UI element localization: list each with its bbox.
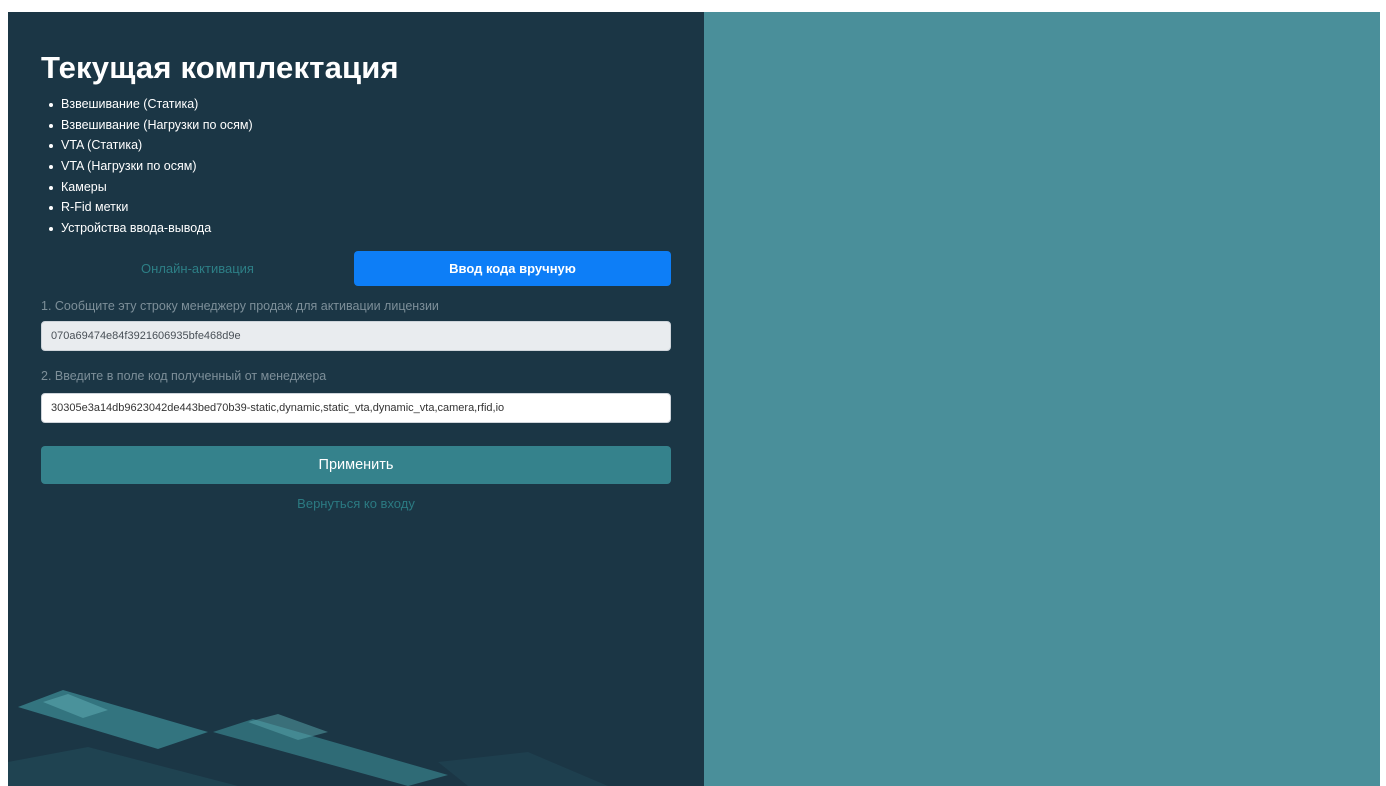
feature-item: VTA (Статика) [41, 135, 253, 156]
feature-item: Взвешивание (Статика) [41, 94, 253, 115]
tab-online-activation[interactable]: Онлайн-активация [41, 251, 354, 286]
activation-panel: Текущая комплектация Взвешивание (Статик… [8, 12, 704, 786]
feature-item: VTA (Нагрузки по осям) [41, 156, 253, 177]
feature-item: Взвешивание (Нагрузки по осям) [41, 115, 253, 136]
background-panel [704, 12, 1380, 786]
feature-list: Взвешивание (Статика) Взвешивание (Нагру… [41, 94, 253, 239]
decorative-graphic [8, 690, 608, 786]
feature-item: Устройства ввода-вывода [41, 218, 253, 239]
step1-label: 1. Сообщите эту строку менеджеру продаж … [41, 299, 439, 313]
back-to-login-link[interactable]: Вернуться ко входу [41, 496, 671, 511]
apply-button[interactable]: Применить [41, 446, 671, 484]
step2-label: 2. Введите в поле код полученный от мене… [41, 369, 327, 383]
feature-item: R-Fid метки [41, 197, 253, 218]
request-string-field[interactable] [41, 321, 671, 351]
tab-manual-code[interactable]: Ввод кода вручную [354, 251, 671, 286]
right-edge [1380, 0, 1386, 786]
activation-code-input[interactable] [41, 393, 671, 423]
top-bar [0, 0, 1386, 12]
feature-item: Камеры [41, 177, 253, 198]
page-title: Текущая комплектация [41, 50, 399, 85]
